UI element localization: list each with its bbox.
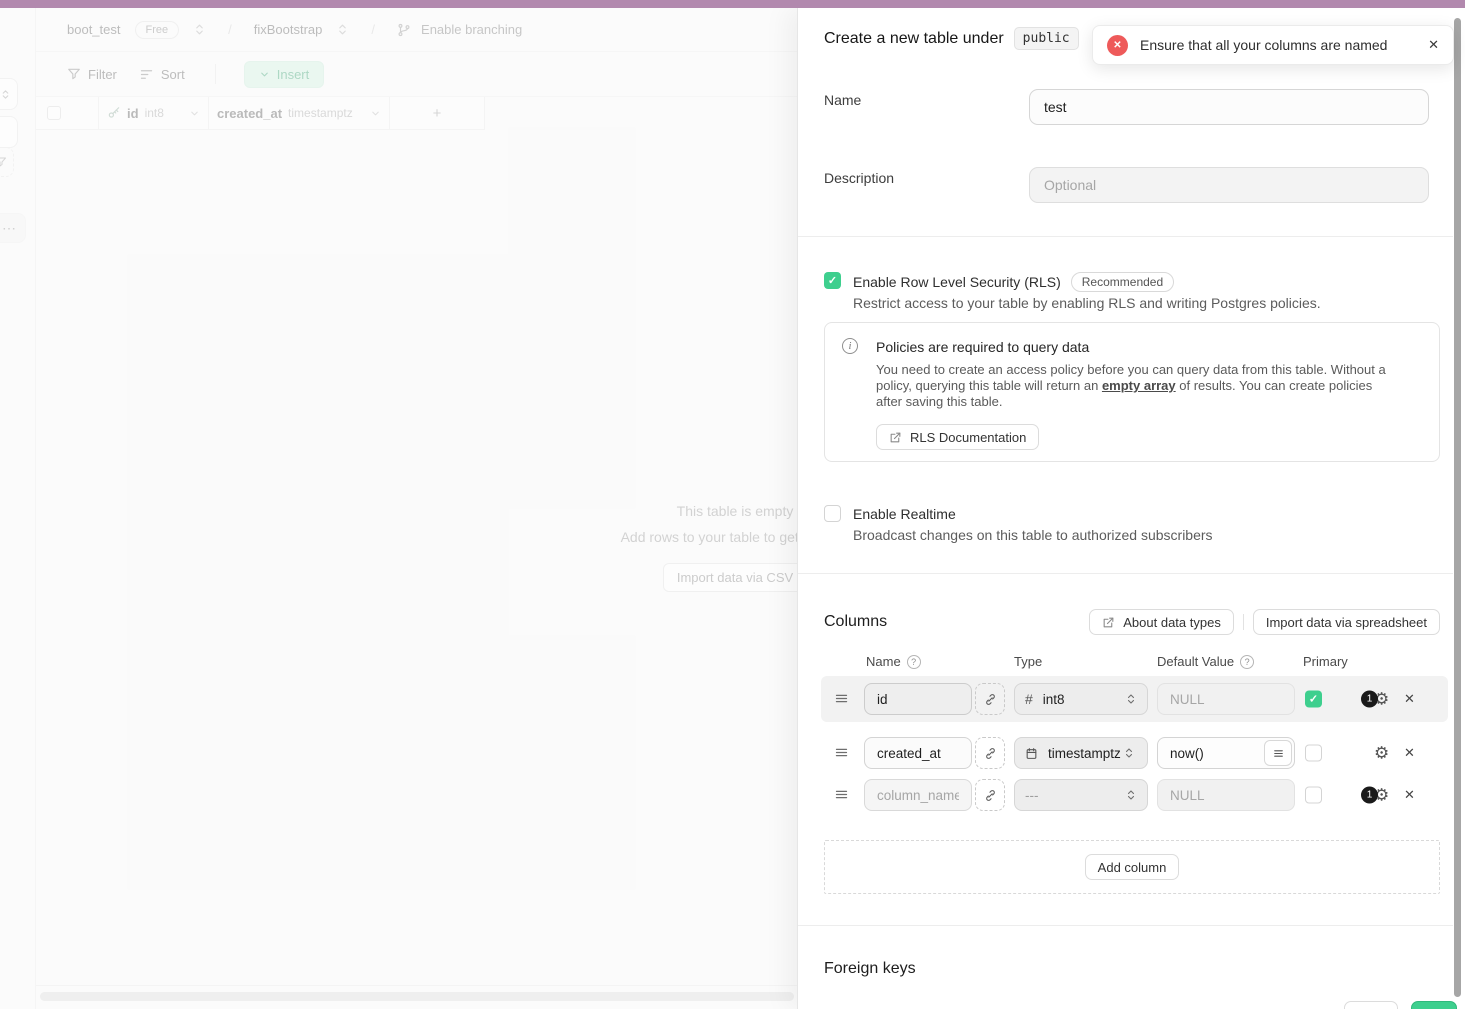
rls-checkbox[interactable]: ✓ — [824, 272, 841, 289]
about-data-types-button[interactable]: About data types — [1089, 609, 1234, 635]
column-type-select[interactable]: timestamptz — [1014, 737, 1148, 769]
panel-title: Create a new table under public — [824, 27, 1079, 50]
schema-badge: public — [1014, 27, 1079, 50]
column-header-default: Default Value ? — [1157, 654, 1254, 669]
settings-count-badge: 1 — [1361, 691, 1378, 708]
rls-description: Restrict access to your table by enablin… — [853, 295, 1321, 311]
section-divider — [798, 573, 1453, 574]
column-name-input[interactable] — [864, 779, 972, 811]
vertical-scrollbar[interactable] — [1454, 18, 1461, 997]
top-accent-bar — [0, 0, 1465, 8]
check-icon: ✓ — [828, 274, 837, 287]
remove-column-icon[interactable]: ✕ — [1404, 787, 1415, 803]
table-description-input[interactable] — [1029, 167, 1429, 203]
foreign-key-link-icon[interactable] — [975, 737, 1005, 769]
save-button[interactable]: Save — [1411, 1001, 1457, 1009]
drag-handle-icon[interactable] — [834, 744, 849, 762]
create-table-panel: Create a new table under public Name Des… — [797, 8, 1465, 1009]
default-value-picker-icon[interactable] — [1264, 740, 1292, 766]
external-link-icon — [889, 431, 902, 444]
modal-backdrop[interactable] — [0, 8, 797, 1009]
description-label: Description — [824, 170, 894, 186]
column-header-type: Type — [1014, 654, 1042, 669]
column-row-new: --- 1 ⚙ ✕ — [798, 774, 1453, 816]
error-toast: ✕ Ensure that all your columns are named… — [1092, 25, 1454, 65]
foreign-keys-title: Foreign keys — [824, 960, 916, 978]
settings-count-badge: 1 — [1361, 787, 1378, 804]
name-label: Name — [824, 92, 861, 108]
info-icon: i — [842, 338, 858, 354]
check-icon: ✓ — [1309, 693, 1318, 706]
drag-handle-icon[interactable] — [834, 786, 849, 804]
remove-column-icon[interactable]: ✕ — [1404, 745, 1415, 761]
recommended-badge: Recommended — [1071, 272, 1174, 292]
add-column-button[interactable]: Add column — [1085, 854, 1180, 880]
page: ⋯ boot_test Free / fixBootstrap / Enable… — [0, 0, 1465, 1009]
realtime-label: Enable Realtime — [853, 506, 956, 522]
policies-info-title: Policies are required to query data — [876, 339, 1089, 355]
rls-documentation-button[interactable]: RLS Documentation — [876, 424, 1039, 450]
help-icon[interactable]: ? — [907, 655, 921, 669]
import-spreadsheet-button[interactable]: Import data via spreadsheet — [1253, 609, 1440, 635]
external-link-icon — [1102, 616, 1115, 629]
column-type-select[interactable]: # int8 — [1014, 683, 1148, 715]
realtime-checkbox[interactable] — [824, 505, 841, 522]
drag-handle-icon[interactable] — [834, 690, 849, 708]
remove-column-icon[interactable]: ✕ — [1404, 691, 1415, 707]
chevrons-up-down-icon — [1125, 693, 1137, 705]
rls-label: Enable Row Level Security (RLS) — [853, 274, 1061, 290]
toast-close-icon[interactable]: ✕ — [1428, 37, 1439, 53]
primary-checkbox[interactable] — [1305, 787, 1322, 804]
column-type-select[interactable]: --- — [1014, 779, 1148, 811]
chevrons-up-down-icon — [1125, 789, 1137, 801]
section-divider — [798, 925, 1453, 926]
empty-array-link[interactable]: empty array — [1102, 378, 1176, 393]
default-value-input[interactable] — [1157, 683, 1295, 715]
help-icon[interactable]: ? — [1240, 655, 1254, 669]
foreign-key-link-icon[interactable] — [975, 779, 1005, 811]
hash-icon: # — [1025, 691, 1033, 707]
error-icon: ✕ — [1107, 35, 1128, 56]
column-settings-gear-icon[interactable]: ⚙ — [1374, 745, 1389, 762]
table-name-input[interactable] — [1029, 89, 1429, 125]
column-header-name: Name ? — [866, 654, 921, 669]
primary-checkbox[interactable] — [1305, 745, 1322, 762]
button-divider — [1243, 614, 1244, 630]
primary-checkbox[interactable]: ✓ — [1305, 691, 1322, 708]
cancel-button[interactable]: Cancel — [1344, 1001, 1398, 1009]
add-column-dropzone: Add column — [824, 840, 1440, 894]
section-divider — [798, 236, 1453, 237]
realtime-description: Broadcast changes on this table to autho… — [853, 527, 1213, 543]
column-row-created-at: timestamptz ⚙ ✕ — [798, 732, 1453, 774]
table-editor-background: ⋯ boot_test Free / fixBootstrap / Enable… — [0, 8, 797, 1009]
default-value-input[interactable] — [1157, 779, 1295, 811]
policies-info-box: i Policies are required to query data Yo… — [824, 322, 1440, 462]
chevrons-up-down-icon — [1123, 747, 1135, 759]
column-name-input[interactable] — [864, 683, 972, 715]
columns-section-title: Columns — [824, 613, 887, 631]
calendar-icon — [1025, 747, 1038, 760]
column-name-input[interactable] — [864, 737, 972, 769]
policies-info-body: You need to create an access policy befo… — [876, 362, 1394, 410]
column-header-primary: Primary — [1303, 654, 1348, 669]
toast-message: Ensure that all your columns are named — [1140, 37, 1387, 53]
foreign-key-link-icon[interactable] — [975, 683, 1005, 715]
column-row-id: # int8 ✓ 1 ⚙ ✕ — [798, 676, 1453, 722]
